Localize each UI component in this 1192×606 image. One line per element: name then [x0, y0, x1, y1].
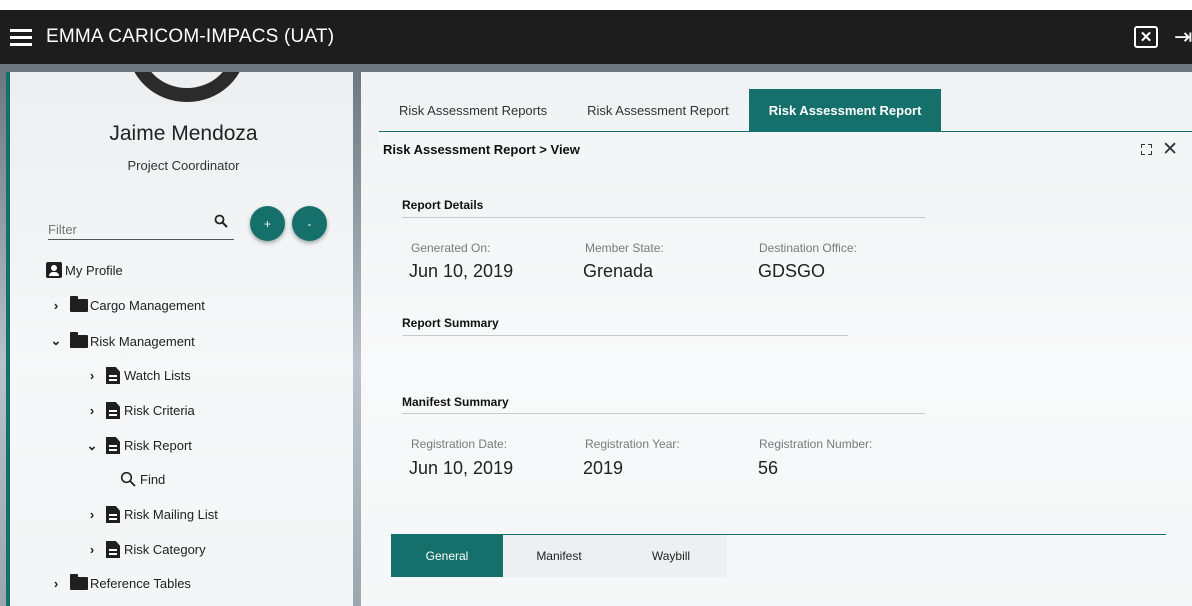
report-summary-title: Report Summary: [402, 316, 499, 330]
document-icon: [106, 402, 120, 419]
tab-waybill[interactable]: Waybill: [615, 535, 727, 577]
sidebar-item-label: Risk Category: [124, 542, 206, 557]
destination-office-label: Destination Office:: [759, 241, 857, 255]
profile-icon: [46, 262, 62, 278]
sidebar-item-risk-mailing-list[interactable]: › Risk Mailing List: [86, 506, 218, 523]
sidebar-item-risk-management[interactable]: ⌄ Risk Management: [50, 331, 195, 349]
view-header: Risk Assessment Report > View ✕: [379, 132, 1192, 166]
report-tabs: Risk Assessment Reports Risk Assessment …: [379, 89, 942, 131]
tab-risk-assessment-report[interactable]: Risk Assessment Report: [567, 89, 749, 131]
sidebar-item-label: Watch Lists: [124, 368, 191, 383]
view-actions: ✕: [1141, 140, 1178, 159]
registration-year-label: Registration Year:: [585, 437, 680, 451]
report-details-title: Report Details: [402, 198, 484, 212]
tab-risk-assessment-report-active[interactable]: Risk Assessment Report: [748, 89, 942, 131]
generated-on-value: Jun 10, 2019: [409, 261, 514, 281]
document-icon: [106, 541, 120, 558]
user-name: Jaime Mendoza: [109, 122, 258, 145]
main-panel: Risk Assessment Reports Risk Assessment …: [361, 72, 1192, 606]
sidebar-item-label: Find: [140, 471, 166, 487]
registration-year-value: 2019: [583, 458, 624, 478]
tab-general[interactable]: General: [391, 535, 503, 577]
sidebar-item-cargo-management[interactable]: › Cargo Management: [50, 296, 205, 313]
folder-icon: [70, 574, 88, 590]
sidebar-item-label: Risk Criteria: [124, 403, 195, 418]
section-divider: [402, 413, 925, 414]
sidebar-item-watch-lists[interactable]: › Watch Lists: [86, 367, 191, 384]
chevron-right-icon[interactable]: ›: [86, 542, 98, 557]
filter-field: [48, 212, 234, 240]
collapse-all-button[interactable]: -: [292, 206, 327, 241]
breadcrumb: Risk Assessment Report > View: [383, 141, 580, 157]
sidebar-item-risk-criteria[interactable]: › Risk Criteria: [86, 402, 195, 419]
sidebar-item-label: Risk Report: [124, 438, 192, 453]
sidebar-item-label: Cargo Management: [90, 298, 205, 313]
sidebar: Jaime Mendoza Project Coordinator + - My…: [6, 72, 353, 606]
sidebar-item-label: Risk Mailing List: [124, 507, 218, 522]
folder-icon: [70, 331, 88, 348]
expand-all-button[interactable]: +: [250, 206, 285, 241]
user-role: Project Coordinator: [127, 158, 240, 173]
filter-input[interactable]: [48, 212, 208, 238]
manifest-summary-title: Manifest Summary: [402, 395, 509, 409]
chevron-right-icon[interactable]: ›: [86, 368, 98, 383]
folder-icon: [70, 296, 88, 312]
chevron-down-icon[interactable]: ⌄: [86, 438, 98, 454]
registration-number-label: Registration Number:: [759, 437, 873, 451]
member-state-value: Grenada: [583, 261, 654, 281]
top-bar: EMMA CARICOM-IMPACS (UAT) ✕ ⇥: [0, 10, 1192, 64]
sidebar-item-label: Risk Management: [90, 333, 195, 349]
search-icon[interactable]: [214, 214, 228, 228]
document-icon: [106, 437, 120, 454]
chevron-right-icon[interactable]: ›: [86, 403, 98, 418]
registration-date-label: Registration Date:: [411, 437, 508, 451]
chevron-right-icon[interactable]: ›: [50, 576, 62, 591]
sidebar-item-risk-category[interactable]: › Risk Category: [86, 541, 206, 558]
close-icon[interactable]: ✕: [1162, 140, 1178, 159]
registration-date-value: Jun 10, 2019: [409, 458, 514, 478]
document-icon: [106, 506, 120, 523]
sidebar-item-my-profile[interactable]: My Profile: [46, 262, 123, 278]
registration-number-value: 56: [758, 458, 779, 478]
destination-office-value: GDSGO: [758, 261, 826, 281]
search-icon: [120, 471, 136, 487]
top-strip: [0, 0, 1192, 10]
top-actions: ✕ ⇥: [1134, 26, 1192, 48]
tab-manifest[interactable]: Manifest: [503, 535, 615, 577]
chevron-down-icon[interactable]: ⌄: [50, 333, 62, 349]
fullscreen-icon[interactable]: [1141, 143, 1153, 155]
chevron-right-icon[interactable]: ›: [50, 298, 62, 313]
section-divider: [402, 217, 925, 218]
document-icon: [106, 367, 120, 384]
detail-tabs: General Manifest Waybill: [391, 535, 727, 577]
sidebar-item-reference-tables[interactable]: › Reference Tables: [50, 574, 191, 591]
chevron-right-icon[interactable]: ›: [86, 507, 98, 522]
logout-icon[interactable]: ⇥: [1174, 26, 1192, 48]
generated-on-label: Generated On:: [411, 241, 491, 255]
close-window-icon[interactable]: ✕: [1134, 26, 1158, 48]
sidebar-item-find[interactable]: Find: [120, 471, 165, 487]
sidebar-item-risk-report[interactable]: ⌄ Risk Report: [86, 437, 192, 454]
sidebar-item-label: My Profile: [65, 262, 123, 278]
sidebar-item-label: Reference Tables: [90, 576, 191, 591]
menu-icon[interactable]: [10, 29, 32, 46]
avatar: [128, 72, 246, 102]
member-state-label: Member State:: [585, 241, 664, 255]
tab-risk-assessment-reports[interactable]: Risk Assessment Reports: [379, 89, 567, 131]
section-divider: [402, 335, 848, 336]
app-title: EMMA CARICOM-IMPACS (UAT): [46, 26, 335, 47]
